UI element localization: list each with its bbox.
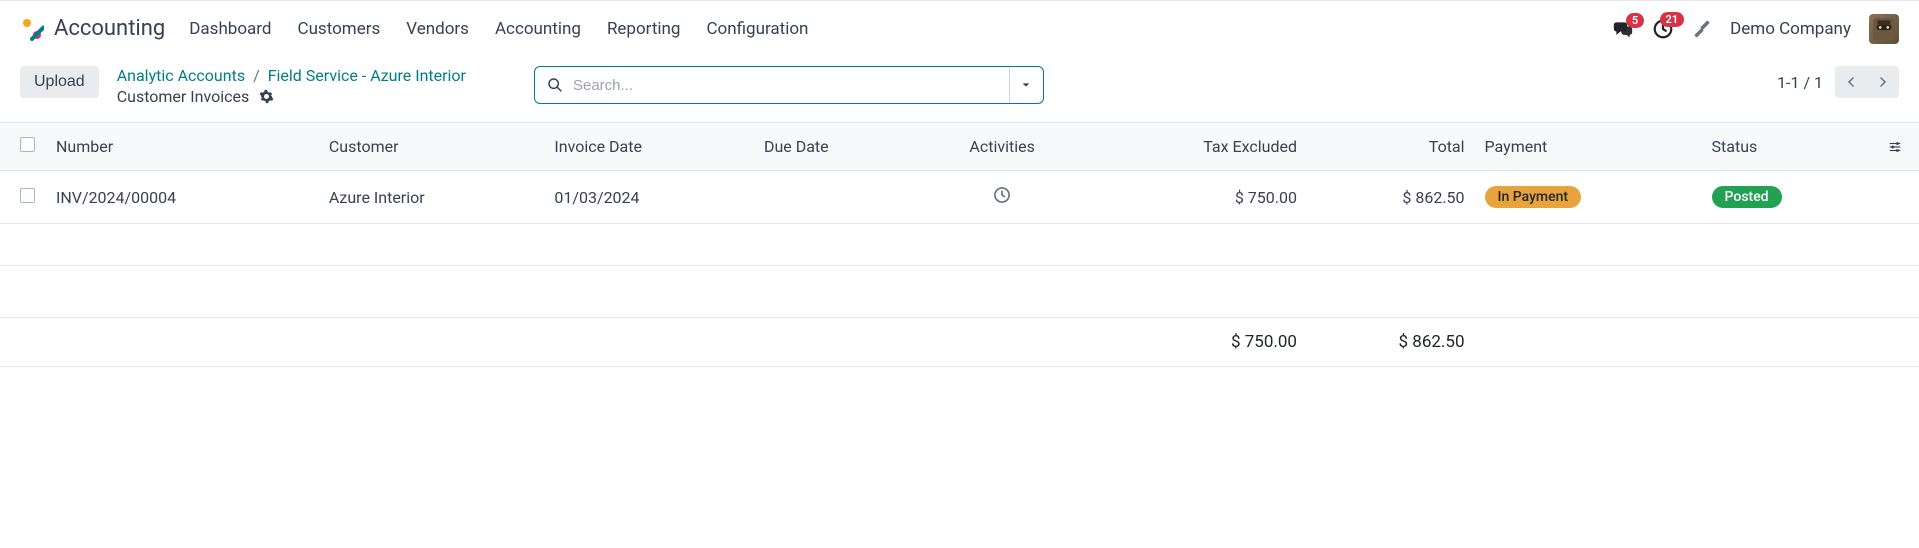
table-row[interactable]: INV/2024/00004 Azure Interior 01/03/2024…: [0, 171, 1919, 224]
col-total[interactable]: Total: [1307, 123, 1475, 171]
nav-configuration[interactable]: Configuration: [706, 19, 808, 39]
row-checkbox[interactable]: [20, 188, 35, 203]
caret-down-icon: [1021, 80, 1031, 90]
search-dropdown-toggle[interactable]: [1009, 67, 1043, 103]
col-tax-excluded[interactable]: Tax Excluded: [1085, 123, 1307, 171]
totals-row: $ 750.00 $ 862.50: [0, 318, 1919, 367]
pager-next-button[interactable]: [1867, 66, 1899, 98]
messages-badge: 5: [1626, 13, 1644, 28]
breadcrumb: Analytic Accounts / Field Service - Azur…: [117, 66, 466, 106]
user-avatar[interactable]: [1869, 14, 1899, 44]
tools-button[interactable]: [1692, 19, 1712, 39]
search-icon: [547, 77, 563, 93]
col-status[interactable]: Status: [1702, 123, 1877, 171]
col-options[interactable]: [1877, 123, 1919, 171]
activities-button[interactable]: 21: [1652, 18, 1674, 40]
search-box: [534, 66, 1044, 104]
pager: 1-1 / 1: [1777, 66, 1899, 98]
sliders-icon: [1887, 140, 1903, 154]
clock-icon: [992, 185, 1012, 205]
company-selector[interactable]: Demo Company: [1730, 19, 1851, 39]
payment-badge: In Payment: [1485, 186, 1582, 208]
app-name[interactable]: Accounting: [54, 16, 165, 41]
pager-text[interactable]: 1-1 / 1: [1777, 73, 1823, 92]
invoices-table: Number Customer Invoice Date Due Date Ac…: [0, 122, 1919, 367]
col-payment[interactable]: Payment: [1475, 123, 1702, 171]
nav-accounting[interactable]: Accounting: [495, 19, 581, 39]
spacer-row: [0, 266, 1919, 318]
main-nav: Dashboard Customers Vendors Accounting R…: [189, 19, 808, 39]
select-all-checkbox[interactable]: [20, 137, 35, 152]
col-activities[interactable]: Activities: [919, 123, 1085, 171]
cell-customer: Azure Interior: [319, 171, 545, 224]
cell-total: $ 862.50: [1307, 171, 1475, 224]
col-due-date[interactable]: Due Date: [754, 123, 919, 171]
breadcrumb-field-service[interactable]: Field Service - Azure Interior: [268, 66, 466, 85]
cell-status: Posted: [1702, 171, 1877, 224]
breadcrumb-analytic-accounts[interactable]: Analytic Accounts: [117, 66, 245, 85]
settings-button[interactable]: [259, 89, 274, 104]
cell-due-date: [754, 171, 919, 224]
pager-prev-button[interactable]: [1835, 66, 1867, 98]
cell-payment: In Payment: [1475, 171, 1702, 224]
upload-button[interactable]: Upload: [20, 66, 99, 98]
search-input[interactable]: [573, 77, 997, 94]
col-invoice-date[interactable]: Invoice Date: [544, 123, 754, 171]
activities-badge: 21: [1660, 12, 1685, 27]
col-number[interactable]: Number: [46, 123, 319, 171]
cell-number: INV/2024/00004: [46, 171, 319, 224]
page-title: Customer Invoices: [117, 87, 250, 106]
col-customer[interactable]: Customer: [319, 123, 545, 171]
breadcrumb-separator: /: [253, 66, 260, 85]
cell-activities[interactable]: [919, 171, 1085, 224]
spacer-row: [0, 224, 1919, 266]
avatar-icon: [1871, 16, 1897, 42]
cell-invoice-date: 01/03/2024: [544, 171, 754, 224]
chevron-left-icon: [1845, 75, 1857, 89]
cell-tax-excluded: $ 750.00: [1085, 171, 1307, 224]
control-bar: Upload Analytic Accounts / Field Service…: [0, 56, 1919, 122]
nav-dashboard[interactable]: Dashboard: [189, 19, 271, 39]
status-badge: Posted: [1712, 186, 1782, 208]
nav-vendors[interactable]: Vendors: [406, 19, 469, 39]
nav-reporting[interactable]: Reporting: [607, 19, 681, 39]
nav-customers[interactable]: Customers: [298, 19, 381, 39]
gear-icon: [259, 89, 274, 104]
wrench-icon: [1692, 19, 1712, 39]
topbar-right: 5 21 Demo Company: [1612, 14, 1899, 44]
topbar: Accounting Dashboard Customers Vendors A…: [0, 0, 1919, 56]
messages-button[interactable]: 5: [1612, 19, 1634, 39]
total-total: $ 862.50: [1307, 318, 1475, 367]
total-tax-excluded: $ 750.00: [1085, 318, 1307, 367]
app-logo[interactable]: [20, 17, 44, 41]
chevron-right-icon: [1877, 75, 1889, 89]
